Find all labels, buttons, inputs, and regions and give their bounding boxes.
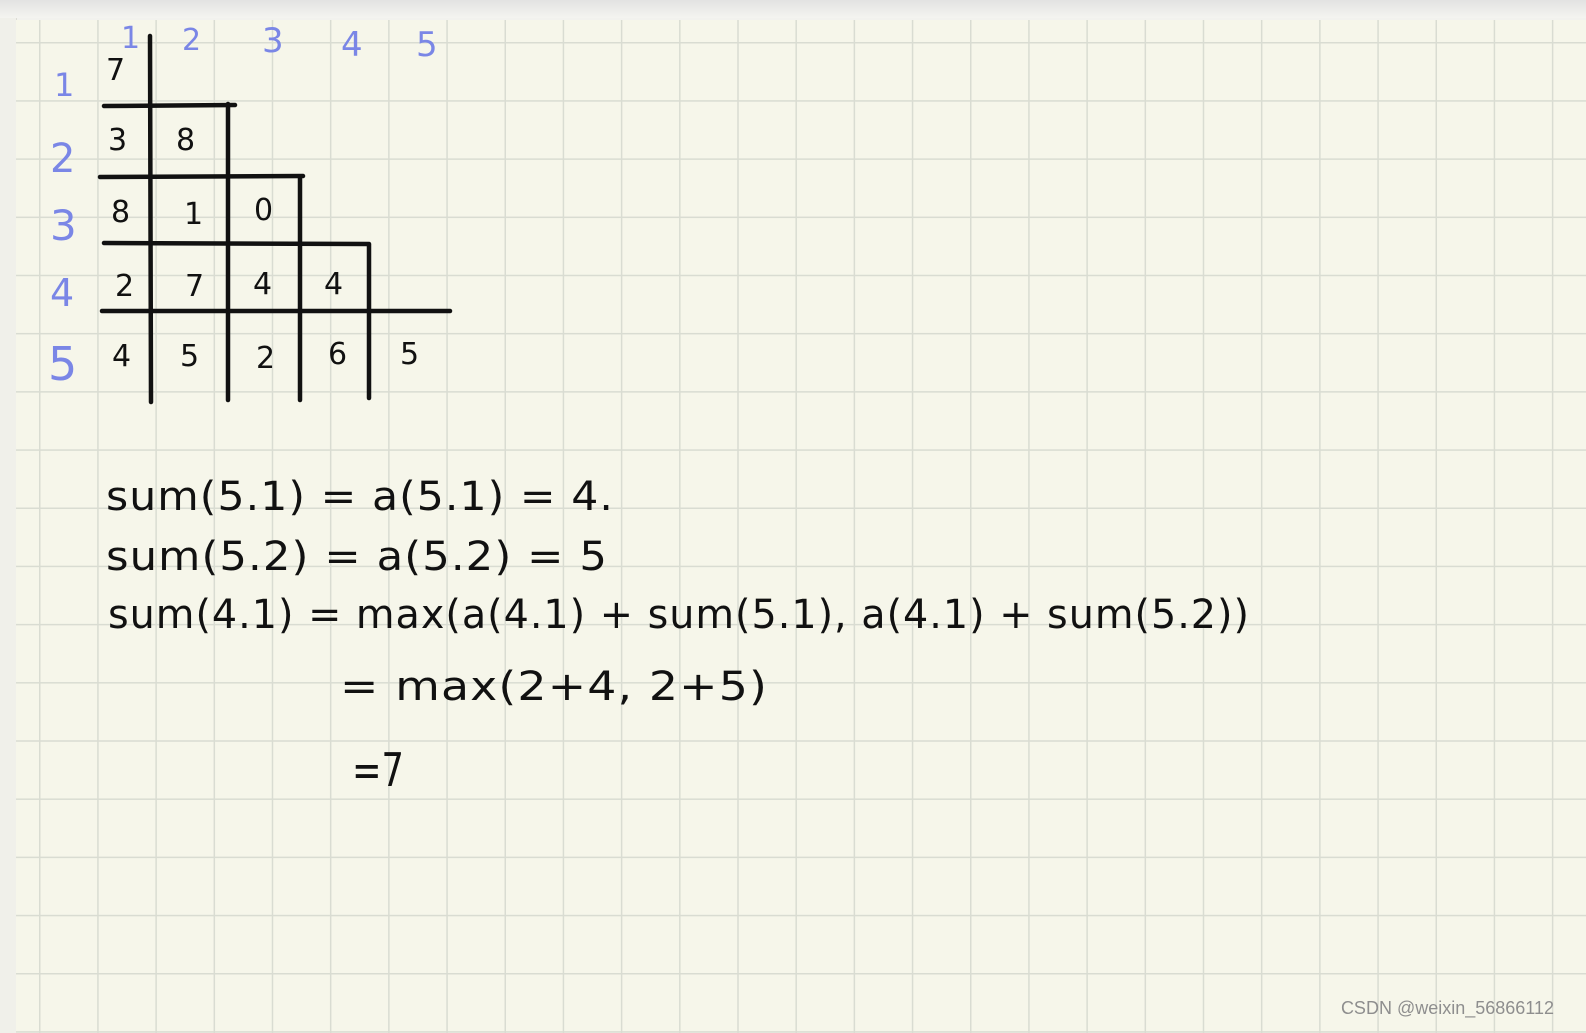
triangle-cell: 8 (176, 123, 195, 158)
equation-line: sum(5.2) = a(5.2) = 5 (106, 534, 608, 580)
notebook-canvas: 1 2 3 4 5 1 2 3 4 5 7 3 8 8 1 0 2 7 4 4 … (0, 0, 1586, 1033)
column-label: 4 (341, 25, 363, 65)
row-index-labels: 1 2 3 4 5 (48, 66, 77, 391)
grid-hline (101, 102, 238, 109)
triangle-cell: 8 (111, 195, 130, 230)
column-label: 3 (262, 21, 284, 61)
triangle-cell: 2 (256, 341, 275, 376)
triangle-cell: 2 (115, 269, 134, 304)
row-label: 4 (50, 271, 74, 315)
equation-line: sum(4.1) = max(a(4.1) + sum(5.1), a(4.1)… (108, 592, 1250, 638)
column-index-labels: 1 2 3 4 5 (121, 21, 438, 65)
equation-line: sum(5.1) = a(5.1) = 4. (106, 474, 614, 520)
row-label: 2 (50, 136, 75, 182)
triangle-cell: 5 (180, 339, 199, 374)
triangle-cell: 4 (324, 267, 343, 302)
triangle-cell: 3 (108, 123, 127, 158)
triangle-cell: 5 (400, 337, 419, 372)
grid-vline (147, 33, 154, 405)
equation-line: = max(2+4, 2+5) (340, 664, 768, 710)
triangle-cell: 6 (328, 337, 347, 372)
column-label: 5 (416, 25, 438, 65)
triangle-cell: 1 (184, 197, 203, 232)
equation-result: =7 (352, 743, 404, 797)
grid-hline (97, 173, 306, 180)
grid-hline (101, 240, 372, 247)
triangle-cell: 0 (254, 193, 273, 228)
triangle-cell: 4 (112, 339, 131, 374)
row-label: 1 (54, 66, 74, 104)
column-label: 2 (182, 23, 201, 58)
watermark: CSDN @weixin_56866112 (1340, 998, 1554, 1018)
row-label: 5 (48, 337, 77, 391)
column-label: 1 (121, 21, 140, 56)
row-label: 3 (50, 201, 77, 250)
handwriting-layer: 1 2 3 4 5 1 2 3 4 5 7 3 8 8 1 0 2 7 4 4 … (48, 21, 1250, 797)
triangle-cell: 4 (253, 267, 272, 302)
equations: sum(5.1) = a(5.1) = 4. sum(5.2) = a(5.2)… (106, 474, 1250, 797)
triangle-cell: 7 (185, 269, 204, 304)
triangle-cell: 7 (106, 53, 125, 88)
